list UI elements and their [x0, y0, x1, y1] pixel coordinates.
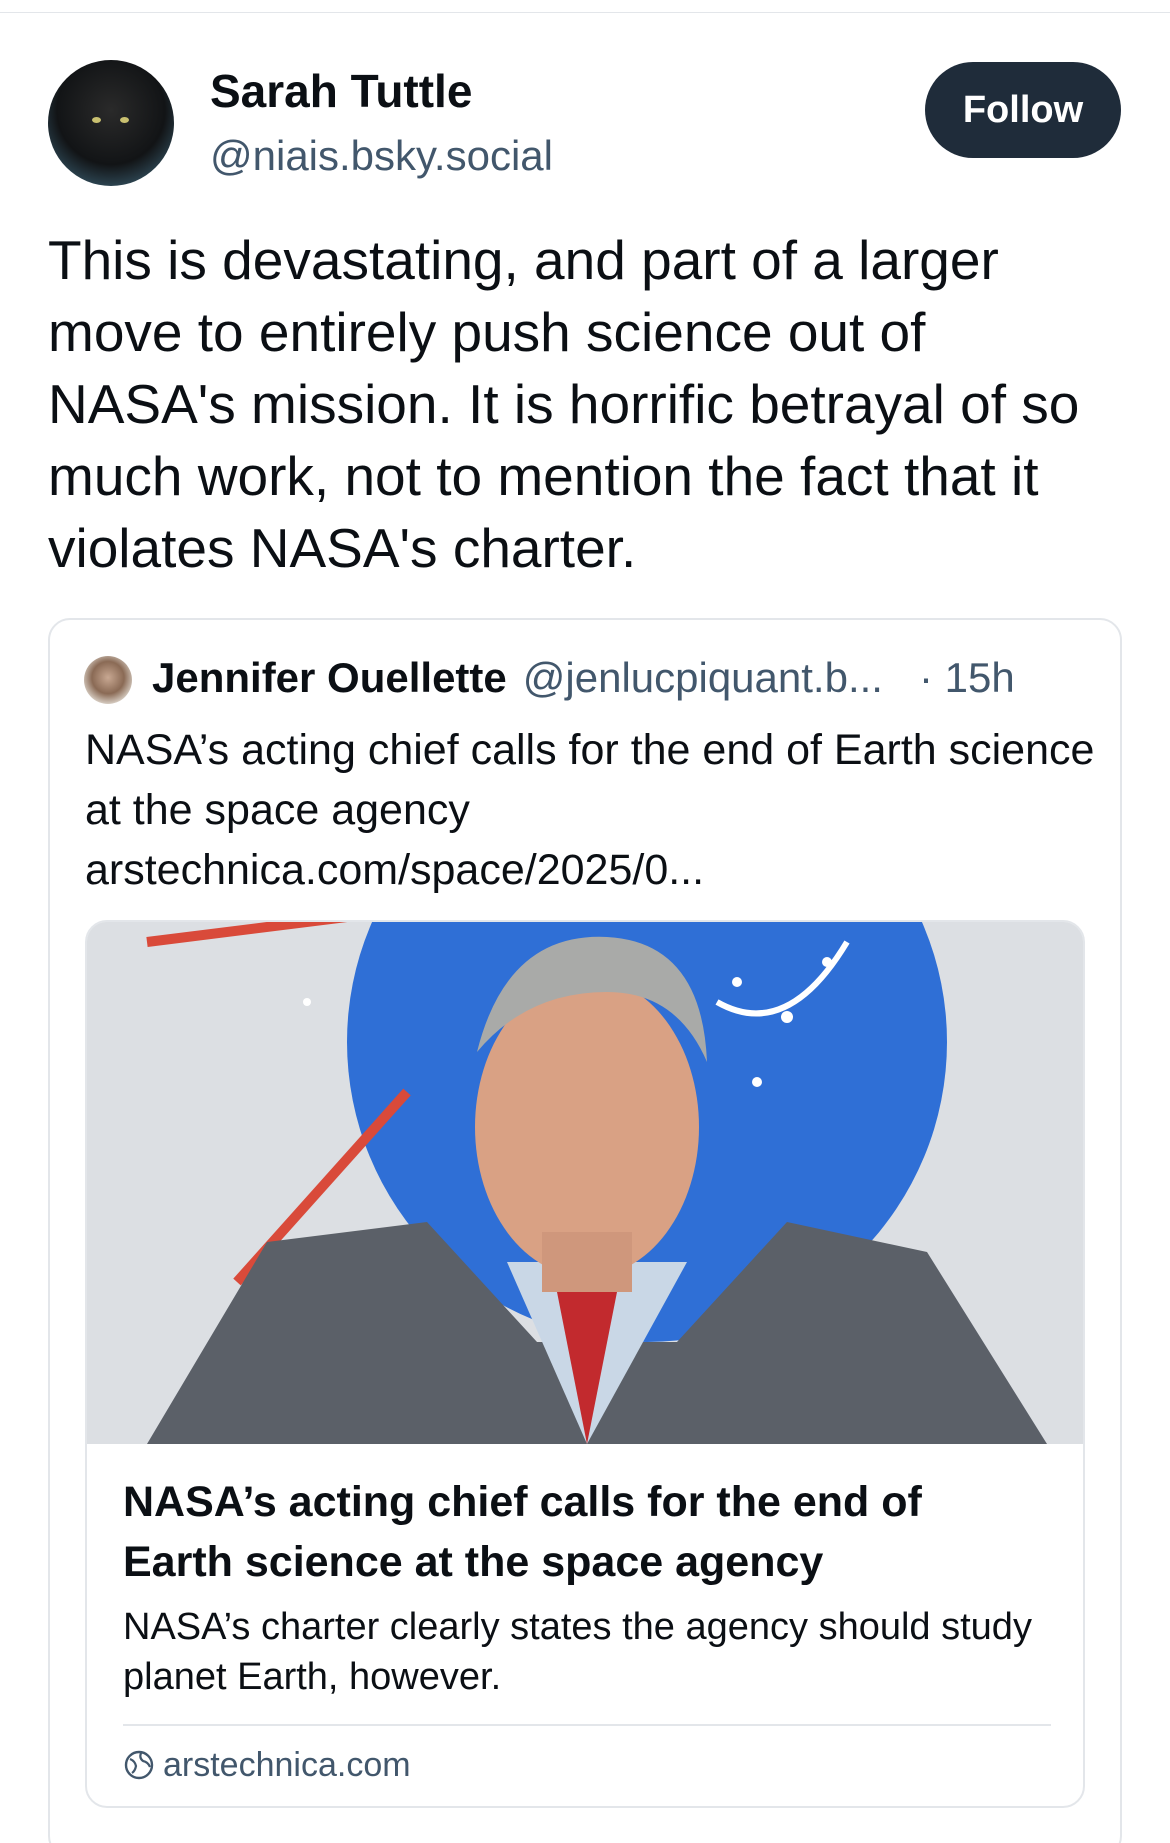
top-divider: [0, 12, 1170, 13]
avatar-eye-left: [92, 117, 101, 123]
link-preview-card[interactable]: NASA’s acting chief calls for the end of…: [85, 920, 1085, 1808]
quoted-author-name[interactable]: Jennifer Ouellette: [152, 654, 507, 702]
link-preview-domain-text[interactable]: arstechnica.com: [163, 1746, 411, 1785]
author-name[interactable]: Sarah Tuttle: [210, 64, 472, 118]
quoted-post-header: Jennifer Ouellette @jenlucpiquant.b... ·…: [152, 654, 1015, 706]
follow-button[interactable]: Follow: [925, 62, 1121, 158]
quoted-author-avatar[interactable]: [84, 656, 132, 704]
link-preview-image: [87, 922, 1083, 1444]
link-preview-title[interactable]: NASA’s acting chief calls for the end of…: [123, 1472, 1043, 1592]
quoted-author-handle[interactable]: @jenlucpiquant.b...: [523, 654, 883, 702]
link-preview-domain[interactable]: arstechnica.com: [123, 1740, 411, 1790]
link-preview-description: NASA’s charter clearly states the agency…: [123, 1606, 1032, 1698]
author-handle[interactable]: @niais.bsky.social: [210, 132, 553, 180]
author-avatar[interactable]: [48, 60, 174, 186]
avatar-eye-right: [120, 117, 129, 123]
post-text: This is devastating, and part of a large…: [48, 229, 1080, 579]
preview-photo-illustration: [87, 922, 1083, 1444]
link-preview-divider: [123, 1724, 1051, 1726]
globe-icon: [124, 1750, 154, 1780]
quoted-post-time[interactable]: · 15h: [919, 654, 1015, 702]
quoted-post-text: NASA’s acting chief calls for the end of…: [85, 726, 1095, 894]
